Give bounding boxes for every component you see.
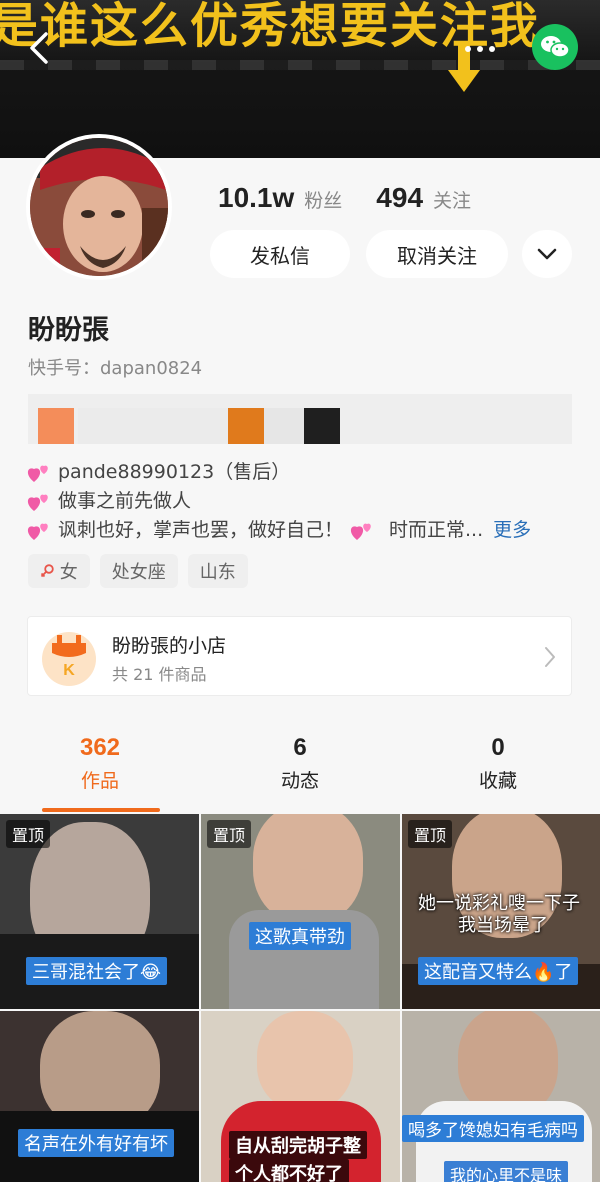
video-tile[interactable]: 置顶 她一说彩礼嗖一下子 我当场晕了 这配音又特么🔥了 <box>402 814 600 1009</box>
back-icon[interactable] <box>22 28 58 68</box>
video-caption: 个人都不好了 <box>229 1159 349 1182</box>
video-caption: 自从刮完胡子整 <box>229 1131 367 1159</box>
avatar[interactable] <box>26 134 172 280</box>
video-tile[interactable]: 自从刮完胡子整 个人都不好了 <box>201 1011 400 1182</box>
pinned-badge: 置顶 <box>6 820 51 848</box>
tab-count: 6 <box>293 734 307 761</box>
bio-more-link[interactable]: 更多 <box>493 516 531 545</box>
tab-count: 0 <box>491 734 505 761</box>
gender-label: 女 <box>59 562 78 583</box>
wechat-icon <box>541 36 570 58</box>
strip-block <box>38 408 74 444</box>
followers-label[interactable]: 粉丝 <box>304 186 342 213</box>
video-tile[interactable]: 置顶 这歌真带劲 <box>201 814 400 1009</box>
following-label[interactable]: 关注 <box>433 186 471 213</box>
region-tag: 山东 <box>187 554 248 588</box>
tab-moments[interactable]: 6 动态 <box>200 734 400 793</box>
chevron-down-icon <box>537 248 557 260</box>
shop-logo-icon: K <box>42 632 96 686</box>
video-caption: 这歌真带劲 <box>249 922 351 950</box>
strip-block <box>264 408 304 444</box>
bio-line: pande88990123（售后） <box>26 458 531 487</box>
video-tile[interactable]: 置顶 三哥混社会了😂 <box>0 814 199 1009</box>
tab-favorites[interactable]: 0 收藏 <box>398 734 598 793</box>
tab-label: 动态 <box>280 770 319 792</box>
bio-motto: 做事之前先做人 <box>58 490 192 512</box>
shop-title: 盼盼張的小店 <box>112 635 227 657</box>
bio-line: 做事之前先做人 <box>26 487 531 516</box>
profile-card: 10.1w 粉丝 494 关注 发私信 取消关注 盼盼張 快手号：dapan08… <box>0 134 600 1182</box>
kuaishou-id[interactable]: 快手号：dapan0824 <box>28 354 202 380</box>
strip-block <box>304 408 340 444</box>
send-message-button[interactable]: 发私信 <box>210 230 350 278</box>
zodiac-tag: 处女座 <box>99 554 178 588</box>
video-caption: 这配音又特么🔥了 <box>418 957 579 985</box>
video-caption: 名声在外有好有坏 <box>18 1129 174 1157</box>
bio-contact: pande88990123（售后） <box>58 461 291 483</box>
following-count[interactable]: 494 <box>376 182 423 214</box>
bio: pande88990123（售后） 做事之前先做人 讽刺也好，掌声也罢，做好自己… <box>26 458 531 545</box>
video-grid: 置顶 三哥混社会了😂 置顶 这歌真带劲 置顶 她一说彩礼嗖一下子 我当场晕了 这… <box>0 812 600 1182</box>
banner-stripe <box>0 60 600 70</box>
hearts-icon <box>27 523 48 540</box>
tab-works[interactable]: 362 作品 <box>0 734 200 793</box>
strip-block <box>78 408 228 444</box>
profile-name: 盼盼張 <box>28 315 109 346</box>
tab-label: 作品 <box>80 770 119 792</box>
video-caption: 我的心里不是味 <box>444 1161 569 1182</box>
color-strip <box>28 394 572 444</box>
more-options-icon[interactable] <box>458 34 502 64</box>
bio-text: 讽刺也好，掌声也罢，做好自己！ <box>58 519 344 541</box>
avatar-photo <box>30 138 168 276</box>
video-caption: 三哥混社会了😂 <box>26 957 168 985</box>
hearts-icon <box>27 465 48 482</box>
followers-count[interactable]: 10.1w <box>218 182 294 214</box>
video-thumbnail <box>257 1011 353 1111</box>
video-tile[interactable]: 名声在外有好有坏 <box>0 1011 199 1182</box>
tab-label: 收藏 <box>478 770 517 792</box>
content-tabs: 362 作品 6 动态 0 收藏 <box>0 734 600 814</box>
profile-tags: 女 处女座 山东 <box>28 554 248 588</box>
pinned-badge: 置顶 <box>408 820 453 848</box>
expand-button[interactable] <box>522 230 572 278</box>
hearts-icon <box>350 523 371 540</box>
wechat-share-button[interactable] <box>532 24 578 70</box>
chevron-right-icon <box>545 647 555 667</box>
female-icon <box>40 564 54 578</box>
video-caption: 喝多了馋媳妇有毛病吗 <box>402 1115 584 1142</box>
video-thumbnail <box>253 814 363 924</box>
svg-text:K: K <box>63 662 75 679</box>
video-caption: 我当场晕了 <box>458 915 548 936</box>
bio-text-truncated: 时而正常... <box>389 519 484 541</box>
pinned-badge: 置顶 <box>207 820 252 848</box>
hearts-icon <box>27 494 48 511</box>
strip-block <box>228 408 264 444</box>
bio-line: 讽刺也好，掌声也罢，做好自己！ 时而正常... 更多 <box>26 516 531 545</box>
video-tile[interactable]: 喝多了馋媳妇有毛病吗 我的心里不是味 <box>402 1011 600 1182</box>
unfollow-button[interactable]: 取消关注 <box>366 230 508 278</box>
tab-count: 362 <box>79 734 121 761</box>
shop-entry[interactable]: K 盼盼張的小店 共 21 件商品 <box>27 616 572 696</box>
profile-stats: 10.1w 粉丝 494 关注 <box>218 182 495 214</box>
shop-subtitle: 共 21 件商品 <box>112 665 207 684</box>
gender-tag: 女 <box>28 554 90 588</box>
